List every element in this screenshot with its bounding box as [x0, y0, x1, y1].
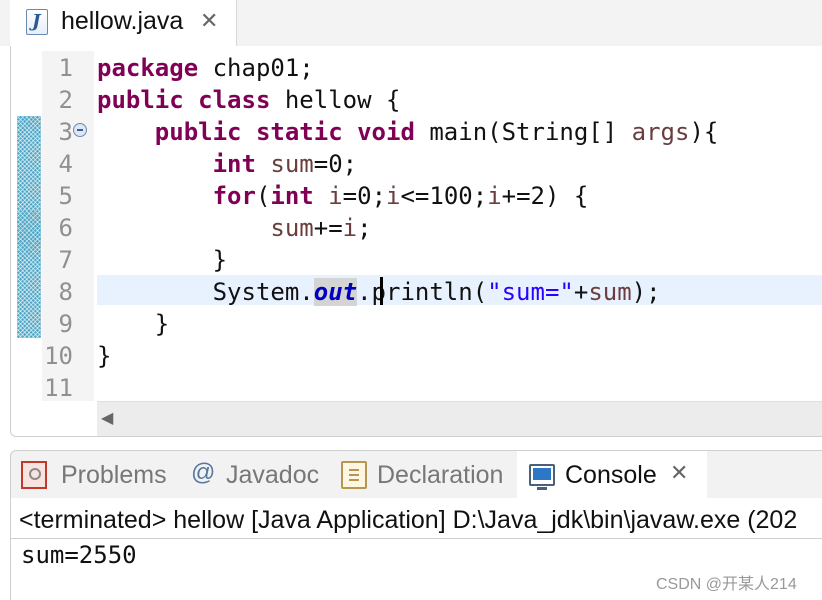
code-text[interactable]: public class hellow {: [97, 87, 400, 113]
line-number: 8: [58, 278, 73, 306]
code-text[interactable]: for(int i=0;i<=100;i+=2) {: [97, 183, 589, 209]
selected-field: out: [313, 278, 358, 306]
code-line: 2 public class hellow {: [11, 83, 821, 115]
tab-label: Console: [565, 461, 657, 489]
tab-problems[interactable]: Problems: [11, 451, 181, 499]
view-tab-bar: Problems @ Javadoc Declaration Console ✕: [10, 450, 822, 499]
line-number: 6: [58, 214, 73, 242]
tab-label: Problems: [61, 461, 167, 489]
code-line: 1 package chap01;: [11, 51, 821, 83]
text-caret: [380, 277, 383, 305]
code-text[interactable]: System.out.println("sum="+sum);: [97, 278, 661, 306]
console-icon: [529, 464, 555, 490]
tab-declaration[interactable]: Declaration: [331, 451, 517, 499]
code-line: 4 int sum=0;: [11, 147, 821, 179]
tab-label: Javadoc: [226, 461, 320, 489]
line-number: 1: [58, 54, 73, 82]
code-text[interactable]: }: [97, 343, 111, 369]
code-editor[interactable]: 1 package chap01; 2 public class hellow …: [10, 46, 822, 437]
line-number: 9: [58, 310, 73, 338]
line-number: 4: [58, 150, 73, 178]
close-icon[interactable]: ✕: [200, 8, 218, 34]
code-text[interactable]: }: [97, 247, 227, 273]
divider: [11, 538, 822, 539]
tab-javadoc[interactable]: @ Javadoc: [181, 451, 331, 499]
editor-tab-title: hellow.java: [61, 7, 184, 35]
line-number: 7: [58, 246, 73, 274]
problems-icon: [21, 461, 47, 489]
line-number: 3: [58, 118, 73, 146]
code-line: 6 sum+=i;: [11, 211, 821, 243]
line-number: 5: [58, 182, 73, 210]
watermark: CSDN @开某人214: [656, 576, 797, 593]
code-line-current: 8 System.out.println("sum="+sum);: [11, 275, 821, 307]
scroll-left-icon[interactable]: ◀: [101, 408, 113, 428]
code-line: 7 }: [11, 243, 821, 275]
code-text[interactable]: int sum=0;: [97, 151, 358, 177]
code-text[interactable]: package chap01;: [97, 55, 314, 81]
tab-label: Declaration: [377, 461, 504, 489]
code-line: 5 for(int i=0;i<=100;i+=2) {: [11, 179, 821, 211]
declaration-icon: [341, 461, 367, 489]
console-output: sum=2550: [21, 541, 137, 569]
code-line: 11: [11, 371, 821, 403]
line-number: 11: [44, 374, 73, 402]
line-number: 2: [58, 86, 73, 114]
console-header: <terminated> hellow [Java Application] D…: [19, 506, 798, 534]
code-text[interactable]: }: [97, 311, 169, 337]
code-text[interactable]: sum+=i;: [97, 215, 371, 241]
editor-tab-bar: J hellow.java ✕: [0, 0, 822, 46]
close-icon[interactable]: ✕: [670, 460, 688, 486]
code-line: 9 }: [11, 307, 821, 339]
editor-tab-hellow-java[interactable]: J hellow.java ✕: [10, 0, 237, 46]
tab-console[interactable]: Console ✕: [517, 451, 707, 499]
javadoc-icon: @: [191, 459, 216, 486]
code-line: 10 }: [11, 339, 821, 371]
java-file-icon: J: [26, 9, 48, 35]
code-line: 3 public static void main(String[] args)…: [11, 115, 821, 147]
horizontal-scrollbar[interactable]: ◀: [97, 401, 822, 436]
code-text[interactable]: public static void main(String[] args){: [97, 119, 719, 145]
line-number: 10: [44, 342, 73, 370]
